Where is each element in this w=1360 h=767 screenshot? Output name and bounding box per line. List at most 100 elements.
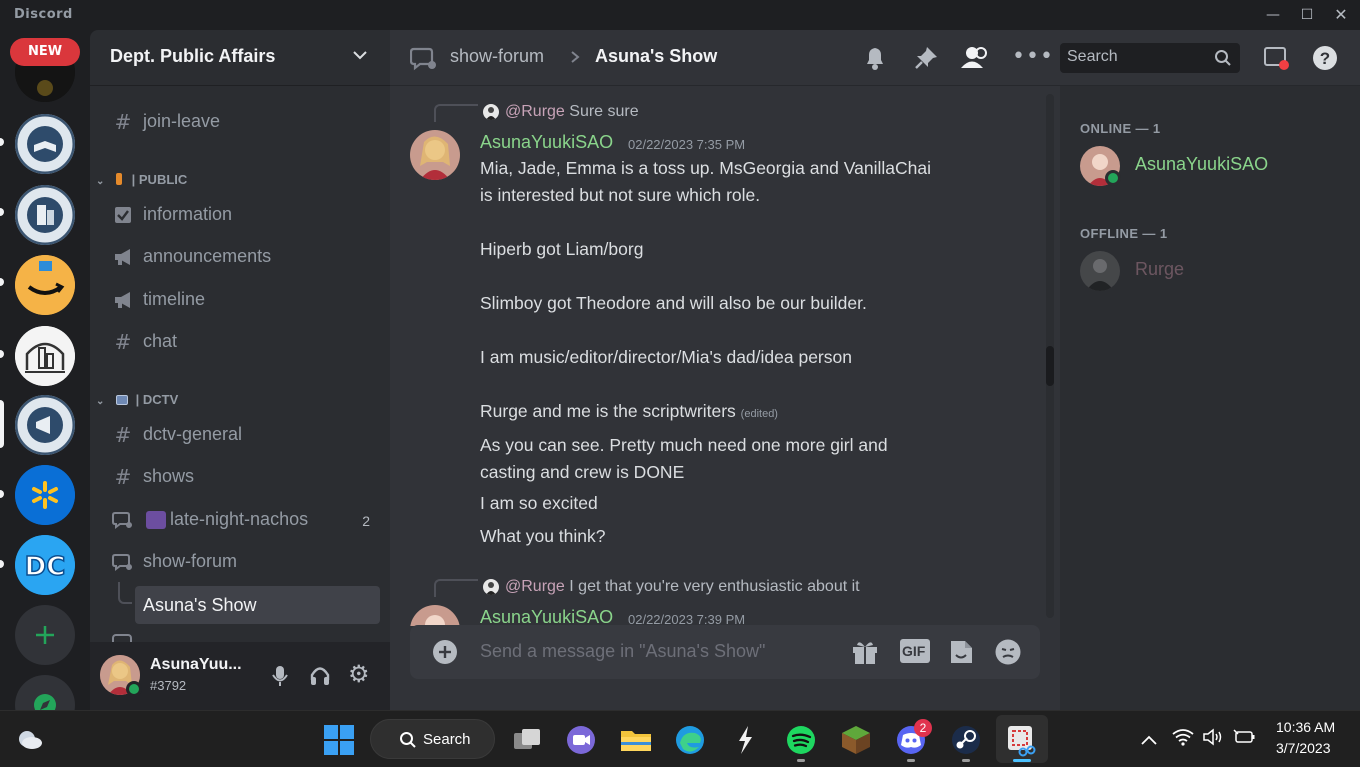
chevron-up-icon[interactable] xyxy=(1140,731,1158,750)
running-indicator xyxy=(962,759,970,762)
active-indicator xyxy=(1013,759,1031,762)
channel-partial-next xyxy=(112,634,132,642)
reply-mention[interactable]: @Rurge xyxy=(505,578,565,595)
unread-pill xyxy=(0,208,4,216)
running-indicator xyxy=(907,759,915,762)
clock-date[interactable]: 3/7/2023 xyxy=(1276,740,1331,756)
server-icon-city[interactable] xyxy=(15,326,75,386)
emoji-icon[interactable] xyxy=(994,638,1022,670)
gift-icon[interactable] xyxy=(851,639,879,669)
category-dctv[interactable]: ⌄ | DCTV xyxy=(96,392,178,412)
search-icon xyxy=(399,731,417,753)
reply-avatar xyxy=(483,579,499,595)
channel-shows[interactable]: # shows xyxy=(100,460,380,496)
channel-show-forum[interactable]: show-forum xyxy=(100,545,380,581)
member-asunayuukisao[interactable]: AsunaYuukiSAO xyxy=(1070,142,1350,188)
volume-icon[interactable] xyxy=(1202,728,1226,750)
chevron-down-icon[interactable] xyxy=(352,48,368,64)
maximize-icon[interactable]: ☐ xyxy=(1292,4,1322,26)
add-attachment-icon[interactable] xyxy=(432,639,458,669)
channel-chat[interactable]: # chat xyxy=(100,325,380,361)
minimize-icon[interactable]: — xyxy=(1258,4,1288,26)
spotify-icon[interactable] xyxy=(784,723,818,757)
headphones-icon[interactable] xyxy=(309,664,331,692)
clock-time[interactable]: 10:36 AM xyxy=(1276,719,1335,735)
message-author[interactable]: AsunaYuukiSAO xyxy=(480,607,613,626)
inbox-icon[interactable] xyxy=(1263,45,1291,77)
battery-icon[interactable] xyxy=(1233,729,1257,749)
message-composer[interactable]: Send a message in "Asuna's Show" GIF xyxy=(410,625,1040,679)
hash-thread-icon: # xyxy=(114,423,132,447)
help-icon[interactable]: ? xyxy=(1312,45,1338,75)
tv-emoji-icon xyxy=(116,395,129,405)
teams-chat-icon[interactable] xyxy=(564,723,598,757)
active-server-pill xyxy=(0,400,4,448)
reply-connector xyxy=(434,104,478,122)
followup-message: What you think? xyxy=(480,526,606,546)
more-options-icon[interactable]: ••• xyxy=(1012,44,1054,69)
server-header[interactable]: Dept. Public Affairs xyxy=(90,30,390,86)
taskbar-search[interactable]: Search xyxy=(370,719,495,759)
breadcrumb-parent[interactable]: show-forum xyxy=(450,46,544,67)
channel-announcements[interactable]: announcements xyxy=(100,240,380,276)
member-rurge[interactable]: Rurge xyxy=(1070,247,1350,293)
scrollbar-thumb[interactable] xyxy=(1046,346,1054,386)
thread-asunas-show[interactable]: Asuna's Show xyxy=(135,586,380,624)
edge-icon[interactable] xyxy=(673,723,707,757)
close-icon[interactable]: ✕ xyxy=(1326,4,1356,26)
channel-dctv-general[interactable]: # dctv-general xyxy=(100,418,380,454)
explore-servers-button[interactable] xyxy=(15,675,75,710)
add-server-button[interactable] xyxy=(15,605,75,665)
online-status-dot xyxy=(1105,170,1121,186)
message-avatar[interactable] xyxy=(410,130,460,180)
members-icon[interactable] xyxy=(960,45,990,75)
gif-button[interactable]: GIF xyxy=(900,639,930,663)
gear-icon[interactable]: ⚙ xyxy=(348,662,370,686)
reply-connector xyxy=(434,579,478,597)
wifi-icon[interactable] xyxy=(1172,728,1194,750)
start-button[interactable] xyxy=(322,723,356,757)
sticker-icon[interactable] xyxy=(948,638,974,670)
followup-message: I am so excited xyxy=(480,493,598,513)
user-tag: #3792 xyxy=(150,678,187,693)
message-line xyxy=(480,209,931,236)
server-icon-amazon[interactable] xyxy=(15,255,75,315)
forum-icon xyxy=(409,46,438,76)
search-input[interactable]: Search xyxy=(1060,43,1240,73)
category-public[interactable]: ⌄ | PUBLIC xyxy=(96,172,187,192)
channel-late-night-nachos[interactable]: late-night-nachos 2 xyxy=(100,503,380,539)
bell-icon[interactable] xyxy=(863,45,887,75)
microphone-icon[interactable] xyxy=(270,664,290,692)
reply-preview[interactable]: @Rurge Sure sure xyxy=(505,103,639,121)
megaphone-icon xyxy=(112,246,134,268)
server-icon-construction[interactable] xyxy=(15,185,75,245)
snipping-tool-icon[interactable] xyxy=(1005,723,1039,757)
message-avatar[interactable] xyxy=(410,605,460,626)
server-icon-walmart[interactable] xyxy=(15,465,75,525)
reply-mention[interactable]: @Rurge xyxy=(505,103,565,120)
channel-timeline[interactable]: timeline xyxy=(100,283,380,319)
app-bolt-icon[interactable] xyxy=(728,723,762,757)
server-icon-dc[interactable]: DC xyxy=(15,535,75,595)
pin-icon[interactable] xyxy=(913,45,939,75)
message-input[interactable]: Send a message in "Asuna's Show" xyxy=(480,641,765,662)
task-view-icon[interactable] xyxy=(510,723,544,757)
reply-preview[interactable]: @Rurge I get that you're very enthusiast… xyxy=(505,578,860,596)
minecraft-icon[interactable] xyxy=(839,723,873,757)
steam-icon[interactable] xyxy=(949,723,983,757)
channel-label: join-leave xyxy=(143,111,221,131)
chevron-down-icon: ⌄ xyxy=(96,396,105,407)
chat-area: show-forum Asuna's Show ••• Search ? @Ru… xyxy=(390,30,1360,710)
breadcrumb-separator xyxy=(570,48,580,69)
message-author[interactable]: AsunaYuukiSAO xyxy=(480,132,613,153)
channel-label: chat xyxy=(143,331,178,351)
server-icon-public-affairs[interactable] xyxy=(15,395,75,455)
file-explorer-icon[interactable] xyxy=(619,723,653,757)
channel-join-leave[interactable]: # join-leave xyxy=(100,105,380,141)
channel-information[interactable]: information xyxy=(100,198,380,234)
windows-taskbar: Search 2 10:36 AM 3/7/2023 xyxy=(0,710,1360,767)
user-name[interactable]: AsunaYuu... xyxy=(150,656,242,674)
server-icon-education[interactable] xyxy=(15,114,75,174)
message-list: @Rurge Sure sure AsunaYuukiSAO 02/22/202… xyxy=(390,86,1050,626)
weather-icon[interactable] xyxy=(14,727,44,755)
